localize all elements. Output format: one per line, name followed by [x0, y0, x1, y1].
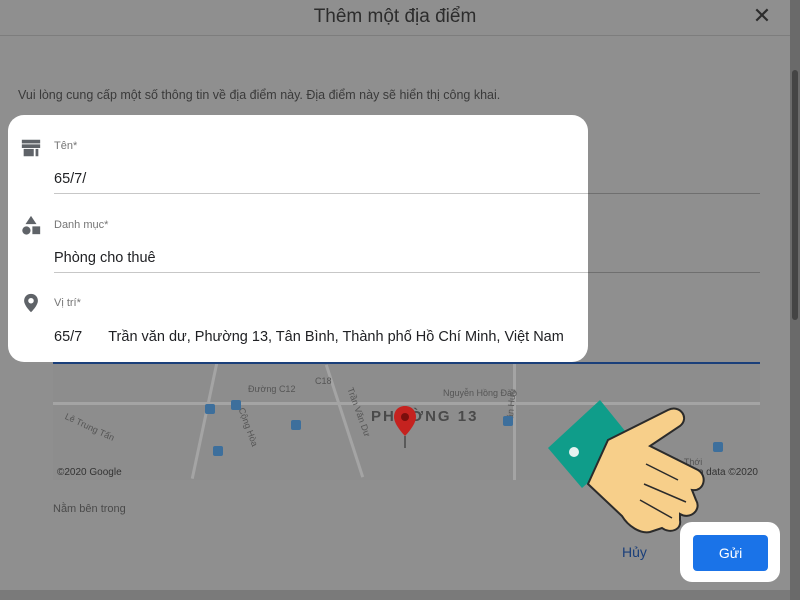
submit-button[interactable]: Gửi: [693, 535, 768, 571]
location-number: 65/7: [54, 329, 83, 345]
map-poi-icon: [213, 446, 223, 456]
close-icon[interactable]: ✕: [750, 4, 774, 28]
location-pin-icon: [24, 293, 38, 313]
dialog-header: Thêm một địa điểm ✕: [0, 0, 790, 36]
category-field-underline: [54, 272, 588, 273]
map-poi-icon: [231, 400, 241, 410]
location-field-label: Vị trí*: [54, 297, 81, 309]
category-field[interactable]: Phòng cho thuê: [54, 250, 156, 266]
background-divider: [588, 272, 760, 273]
dialog-intro: Vui lòng cung cấp một số thông tin về đị…: [18, 88, 501, 102]
map-street-label: C18: [315, 376, 332, 386]
inside-label: Nằm bên trong: [53, 503, 126, 515]
location-address: Trần văn dư, Phường 13, Tân Bình, Thành …: [108, 329, 564, 345]
map-street-label: Lê Trung Tấn: [63, 411, 116, 443]
scrollbar-thumb[interactable]: [792, 70, 798, 320]
location-field[interactable]: 65/7 Trần văn dư, Phường 13, Tân Bình, Th…: [54, 329, 564, 345]
scrollbar[interactable]: [790, 0, 800, 600]
background-divider: [588, 193, 760, 194]
map-road: [190, 362, 219, 480]
map-poi-icon: [503, 416, 513, 426]
map-area-label: PHƯỜNG 13: [371, 408, 479, 425]
name-field-label: Tên*: [54, 140, 78, 152]
map-copyright: ©2020 Google: [57, 467, 122, 478]
storefront-icon: [21, 139, 41, 157]
map-pin-icon: [394, 406, 416, 448]
location-field-underline: [53, 362, 760, 364]
shapes-icon: [22, 215, 41, 235]
category-field-label: Danh mục*: [54, 219, 109, 231]
name-field[interactable]: 65/7/: [54, 171, 86, 187]
dialog-title: Thêm một địa điểm: [313, 6, 477, 27]
name-field-underline: [54, 193, 588, 194]
map-poi-icon: [291, 420, 301, 430]
pointing-hand-icon: [548, 400, 705, 534]
form-highlight-card: Tên* 65/7/ Danh mục* Phòng cho thuê Vị t…: [8, 115, 588, 362]
cancel-button[interactable]: Hủy: [622, 544, 647, 560]
map-street-label: Cộng Hòa: [236, 406, 260, 448]
map-street-label: Đường C12: [248, 384, 296, 394]
map-poi-icon: [205, 404, 215, 414]
